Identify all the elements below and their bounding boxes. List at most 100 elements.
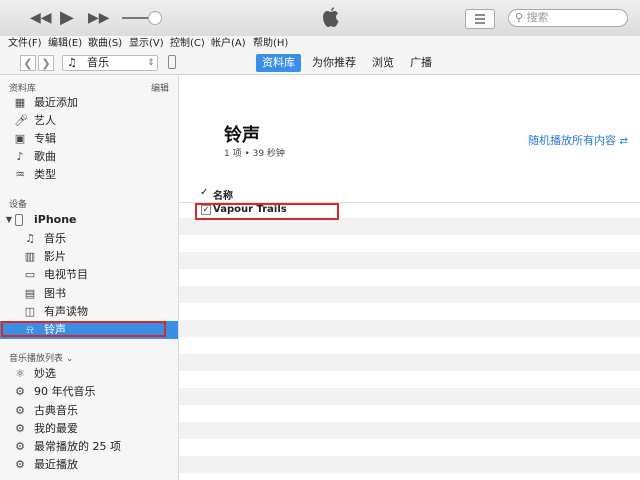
menu-song[interactable]: 歌曲(S) [88, 36, 122, 52]
playlists-title-label: 音乐播放列表 [9, 354, 64, 364]
sidebar-item-label: 音乐 [44, 232, 66, 245]
iphone-icon [15, 214, 23, 226]
shuffle-all-button[interactable]: 随机播放所有内容 ⇄ [528, 132, 628, 148]
music-note-icon: ♪ [16, 150, 24, 163]
menu-edit[interactable]: 编辑(E) [48, 36, 82, 52]
shuffle-label: 随机播放所有内容 [528, 134, 616, 147]
shuffle-icon: ⇄ [619, 136, 628, 147]
table-row [179, 252, 640, 269]
fast-forward-icon[interactable]: ▶▶ [88, 0, 110, 36]
list-icon [475, 14, 485, 24]
sidebar-item-label: 图书 [44, 287, 66, 300]
sidebar-item-label: 我的最爱 [34, 422, 78, 435]
table-row [179, 320, 640, 337]
disclosure-triangle-icon[interactable]: ▼ [3, 213, 15, 226]
sidebar-item-label: 最近添加 [34, 96, 78, 109]
sidebar-item-label: 电视节目 [44, 268, 88, 281]
sidebar-item-songs[interactable]: ♪ 歌曲 [0, 148, 178, 166]
sidebar-item-favorites[interactable]: ⚙ 我的最爱 [0, 420, 178, 438]
microphone-icon: 🎤︎ [14, 114, 28, 127]
sidebar-item-albums[interactable]: ▣ 专辑 [0, 130, 178, 148]
sidebar-item-label: 有声读物 [44, 305, 88, 318]
chevron-down-icon: ⌄ [65, 354, 74, 364]
search-placeholder: 搜索 [526, 11, 549, 24]
genres-icon: ♒ [15, 168, 25, 181]
sidebar-item-genius[interactable]: ⚛ 妙选 [0, 365, 178, 383]
sidebar-item-device-books[interactable]: ▤ 图书 [0, 285, 178, 303]
tv-icon: ▭ [24, 268, 36, 281]
recently-added-icon: ▦ [14, 96, 26, 109]
menu-file[interactable]: 文件(F) [8, 36, 42, 52]
sidebar-item-label: 类型 [34, 168, 56, 181]
sidebar-item-iphone[interactable]: ▼ iPhone [0, 211, 178, 229]
sidebar-item-device-audiobooks[interactable]: ◫ 有声读物 [0, 303, 178, 321]
library-section-title: 资料库 [9, 84, 37, 94]
iphone-device-icon[interactable] [168, 55, 176, 69]
volume-knob[interactable] [148, 11, 162, 25]
gear-icon: ⚙ [15, 385, 25, 398]
menu-controls[interactable]: 控制(C) [170, 36, 205, 52]
apple-logo-icon [323, 7, 339, 27]
sidebar-item-label: 90 年代音乐 [34, 385, 96, 398]
header-check-column[interactable]: ✓ [200, 187, 208, 198]
media-type-label: 音乐 [87, 56, 109, 69]
table-row [179, 456, 640, 473]
sidebar-item-label: 最常播放的 25 项 [34, 440, 121, 453]
sidebar-item-label: iPhone [34, 213, 77, 226]
search-icon: ⚲ [515, 11, 524, 24]
media-type-select[interactable]: ♫ 音乐 ⇕ [62, 55, 158, 71]
table-row [179, 286, 640, 303]
album-icon: ▣ [14, 132, 26, 145]
sidebar-item-genres[interactable]: ♒ 类型 [0, 166, 178, 184]
page-subtitle: 1 项 • 39 秒钟 [224, 149, 285, 159]
column-header-name[interactable]: 名称 [213, 187, 233, 202]
sidebar-item-recently-played[interactable]: ⚙ 最近播放 [0, 456, 178, 474]
sidebar-item-recently-added[interactable]: ▦ 最近添加 [0, 94, 178, 112]
playlists-section-title[interactable]: 音乐播放列表 ⌄ [9, 351, 73, 364]
table-row [179, 218, 640, 235]
select-arrows-icon: ⇕ [147, 58, 155, 68]
genius-atom-icon: ⚛ [15, 367, 25, 380]
sidebar-item-label: 古典音乐 [34, 404, 78, 417]
rewind-icon[interactable]: ◀◀ [30, 0, 52, 36]
sidebar-item-label: 影片 [44, 250, 66, 263]
sidebar-item-label: 歌曲 [34, 150, 56, 163]
sidebar-item-classical[interactable]: ⚙ 古典音乐 [0, 402, 178, 420]
play-icon[interactable]: ▶ [60, 0, 74, 36]
highlight-outline [195, 203, 339, 220]
edit-library-button[interactable]: 编辑 [151, 81, 169, 94]
forward-button[interactable]: ❯ [38, 55, 54, 71]
table-row [179, 422, 640, 439]
table-row [179, 388, 640, 405]
sidebar-item-label: 妙选 [34, 367, 56, 380]
chevron-left-icon: ❮ [23, 57, 33, 70]
sidebar-item-label: 专辑 [34, 132, 56, 145]
page-title: 铃声 [224, 125, 260, 146]
back-button[interactable]: ❮ [20, 55, 36, 71]
tab-browse[interactable]: 浏览 [366, 54, 400, 72]
tab-radio[interactable]: 广播 [404, 54, 438, 72]
book-icon: ▤ [24, 287, 36, 300]
tab-library[interactable]: 资料库 [256, 54, 301, 72]
sidebar-item-top-25[interactable]: ⚙ 最常播放的 25 项 [0, 438, 178, 456]
sidebar-item-label: 最近播放 [34, 458, 78, 471]
menu-view[interactable]: 显示(V) [129, 36, 164, 52]
sidebar-item-label: 艺人 [34, 114, 56, 127]
list-view-button[interactable] [465, 9, 495, 29]
menu-account[interactable]: 帐户(A) [211, 36, 246, 52]
sidebar-item-device-tv[interactable]: ▭ 电视节目 [0, 266, 178, 284]
menu-help[interactable]: 帮助(H) [253, 36, 288, 52]
sidebar-item-device-music[interactable]: ♫ 音乐 [0, 230, 178, 248]
search-input[interactable]: ⚲ 搜索 [508, 9, 628, 27]
gear-icon: ⚙ [15, 440, 25, 453]
devices-section-title: 设备 [9, 200, 28, 210]
sidebar-item-artists[interactable]: 🎤︎ 艺人 [0, 112, 178, 130]
audiobook-icon: ◫ [24, 305, 36, 318]
gear-icon: ⚙ [15, 404, 25, 417]
gear-icon: ⚙ [15, 458, 25, 471]
tab-for-you[interactable]: 为你推荐 [306, 54, 362, 72]
sidebar-item-90s-music[interactable]: ⚙ 90 年代音乐 [0, 383, 178, 401]
sidebar-item-device-movies[interactable]: ▥ 影片 [0, 248, 178, 266]
film-icon: ▥ [24, 250, 36, 263]
music-note-icon: ♫ [25, 232, 35, 245]
